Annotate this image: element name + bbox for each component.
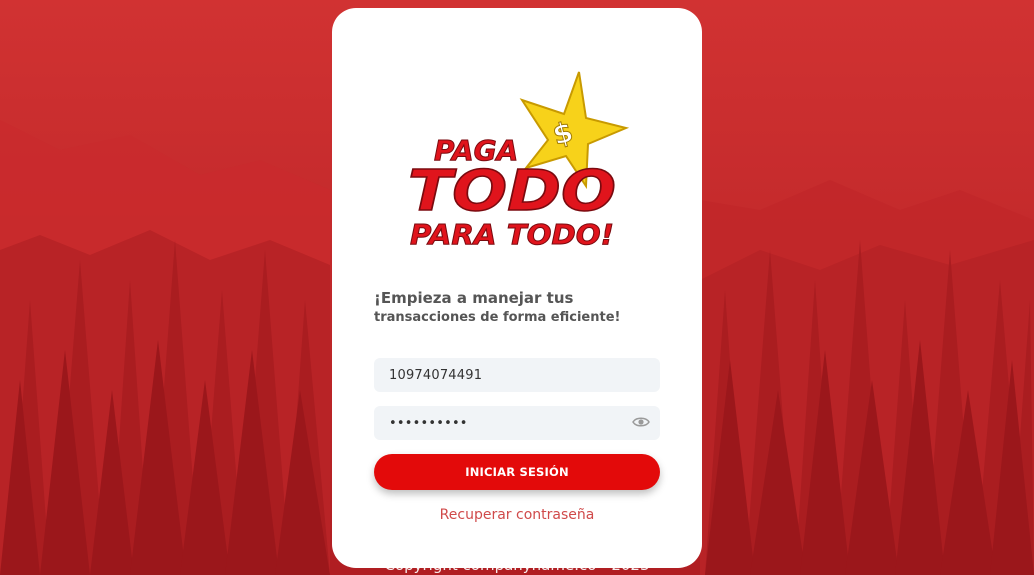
eye-icon[interactable] xyxy=(632,415,650,429)
heading-line-2: transacciones de forma eficiente! xyxy=(374,310,621,325)
login-button[interactable]: INICIAR SESIÓN xyxy=(374,454,660,490)
login-card: $ PAGA TODO PARA TODO! ¡Empieza a maneja… xyxy=(332,8,702,568)
recover-password-link[interactable]: Recuperar contraseña xyxy=(332,507,702,523)
logo-line-2: TODO xyxy=(408,159,616,224)
logo-line-3: PARA TODO! xyxy=(410,218,614,250)
welcome-heading: ¡Empieza a manejar tus transacciones de … xyxy=(374,288,674,328)
brand-logo: $ PAGA TODO PARA TODO! xyxy=(406,70,630,252)
password-value: •••••••••• xyxy=(389,415,468,431)
password-input[interactable]: •••••••••• xyxy=(374,406,660,440)
heading-line-1: ¡Empieza a manejar tus xyxy=(374,289,574,307)
username-value: 10974074491 xyxy=(389,367,483,383)
username-input[interactable]: 10974074491 xyxy=(374,358,660,392)
